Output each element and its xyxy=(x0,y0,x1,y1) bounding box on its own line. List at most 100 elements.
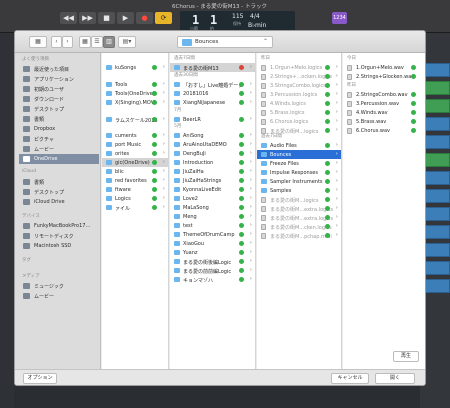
sidebar-item-downloads[interactable]: ダウンロード xyxy=(19,94,99,104)
forward-button[interactable]: › xyxy=(62,36,73,48)
region[interactable] xyxy=(422,189,450,203)
file-row[interactable]: 4.Winds.wav xyxy=(343,108,425,117)
file-row[interactable]: 6.Chorus.logics › xyxy=(257,117,341,126)
file-row[interactable]: まる愛の街後編Logic › xyxy=(170,257,255,266)
sidebar-item-applications[interactable]: アプリケーション xyxy=(19,74,99,84)
sidebar-item-macbook[interactable]: FunkyMacBookPro17… xyxy=(19,221,99,231)
file-row[interactable]: まる愛の街M...pchap.midi › xyxy=(257,231,341,240)
file-row[interactable]: 6.Chorus.wav xyxy=(343,126,425,135)
sidebar-item-icloud-drive[interactable]: iCloud Drive xyxy=(19,197,99,207)
folder-row[interactable]: Audio Files › xyxy=(257,141,341,150)
file-row[interactable]: 5.Brass.wav xyxy=(343,117,425,126)
region[interactable] xyxy=(422,171,450,185)
sidebar-toggle-button[interactable]: ▦ xyxy=(29,36,47,48)
file-row[interactable]: まる愛の街M13 › xyxy=(170,63,255,72)
file-row[interactable]: blic › xyxy=(102,167,168,176)
group-menu-button[interactable]: ▤▾ xyxy=(118,36,136,48)
region[interactable] xyxy=(422,207,450,221)
sidebar-item-documents[interactable]: 書類 xyxy=(19,114,99,124)
stop-button[interactable]: ■ xyxy=(98,12,115,24)
file-row[interactable]: 20181016 › xyxy=(170,89,255,98)
file-row[interactable]: 3.Percussion.wav xyxy=(343,99,425,108)
file-row[interactable]: test › xyxy=(170,221,255,230)
file-row[interactable]: Logics › xyxy=(102,194,168,203)
rewind-button[interactable]: ◀◀ xyxy=(60,12,77,24)
browser-column-3[interactable]: 昨日 過去7日間 1.Orgun+Melo.logics › 2.Strings+...… xyxy=(257,53,342,369)
file-row[interactable]: JiuZaiHa › xyxy=(170,167,255,176)
sidebar-item-remote-disc[interactable]: リモートディスク xyxy=(19,231,99,241)
file-row[interactable]: ラムスケール2018 › xyxy=(102,115,168,124)
file-row[interactable]: Meng › xyxy=(170,212,255,221)
file-row[interactable]: ァイル › xyxy=(102,203,168,212)
file-row[interactable]: まる愛の街M...logics › xyxy=(257,126,341,135)
file-row[interactable]: Tools › xyxy=(102,80,168,89)
sidebar-item-icloud-desktop[interactable]: デスクトップ xyxy=(19,187,99,197)
region[interactable] xyxy=(422,63,450,77)
cancel-button[interactable]: キャンセル xyxy=(331,373,369,384)
file-row[interactable]: Tools(OneDrive) › xyxy=(102,89,168,98)
file-row[interactable]: キョンマゾハ › xyxy=(170,275,255,284)
lcd-display[interactable]: 1 1 小節 拍 115 保持 4/4 B♭min xyxy=(180,11,295,31)
file-row[interactable]: Yuanz › xyxy=(170,248,255,257)
sidebar-item-dropbox[interactable]: Dropbox xyxy=(19,124,99,134)
file-row[interactable]: red favorites › xyxy=(102,176,168,185)
browser-column-1[interactable]: kuSongs › Tools › Tools(OneDrive) › X(Singing)… xyxy=(102,53,169,369)
sidebar-item-user[interactable]: 初期のユーザ xyxy=(19,84,99,94)
browser-column-2[interactable]: 過去7日間 過去30日間 7月 5月 まる愛の街M13 › 「おすし」Live離婚データ › 2… xyxy=(170,53,256,369)
file-row[interactable]: MaLaSong › xyxy=(170,203,255,212)
file-row[interactable]: ThemeOfDrumCamp › xyxy=(170,230,255,239)
file-row[interactable]: 2.StringsCombo.wav xyxy=(343,90,425,99)
file-row[interactable]: AniSong › xyxy=(170,131,255,140)
file-row[interactable]: まる愛の街M...extra.logics › xyxy=(257,204,341,213)
icon-view-button[interactable]: ▦ xyxy=(79,36,91,48)
file-row[interactable]: cuments › xyxy=(102,131,168,140)
region[interactable] xyxy=(422,99,450,113)
browser-column-4[interactable]: 今日 昨日 1.Orgun+Melo.wav 2.Strings+Glocken.wa… xyxy=(343,53,425,369)
file-row[interactable]: 1.Orgun+Melo.logics › xyxy=(257,63,341,72)
sidebar-item-desktop[interactable]: デスクトップ xyxy=(19,104,99,114)
file-row[interactable]: ftware › xyxy=(102,185,168,194)
folder-row[interactable]: Samples › xyxy=(257,186,341,195)
sidebar-item-icloud-documents[interactable]: 書類 xyxy=(19,177,99,187)
file-row[interactable]: port Music › xyxy=(102,140,168,149)
file-row[interactable]: BeerLR › xyxy=(170,115,255,124)
list-view-button[interactable]: ☰ xyxy=(91,36,103,48)
file-row[interactable]: 5.Brass.logics › xyxy=(257,108,341,117)
file-row[interactable]: Introduction › xyxy=(170,158,255,167)
sidebar-item-recents[interactable]: 最近使った項目 xyxy=(19,64,99,74)
open-button[interactable]: 開く xyxy=(375,373,415,384)
file-row[interactable]: 2.Strings+...ocken.logics › xyxy=(257,72,341,81)
file-row[interactable]: Love2 › xyxy=(170,194,255,203)
file-row[interactable]: まる愛の街M...logics › xyxy=(257,195,341,204)
folder-row[interactable]: Freeze Files › xyxy=(257,159,341,168)
file-row[interactable]: 「おすし」Live離婚データ › xyxy=(170,80,255,89)
file-row[interactable]: 3.Percussion.logics › xyxy=(257,90,341,99)
sidebar-item-pictures[interactable]: ピクチャ xyxy=(19,134,99,144)
region[interactable] xyxy=(422,279,450,293)
file-row[interactable]: まる愛の街M...cken.logics › xyxy=(257,222,341,231)
file-row[interactable]: 3.StringsCombo.logics › xyxy=(257,81,341,90)
location-popup[interactable]: Bounces ⌃ xyxy=(177,36,273,48)
file-row[interactable]: まる愛の前前編Logic › xyxy=(170,266,255,275)
file-row[interactable]: DengBuJi › xyxy=(170,149,255,158)
folder-row[interactable]: Impulse Responses › xyxy=(257,168,341,177)
file-row[interactable]: KyonnaLiveEdit › xyxy=(170,185,255,194)
forward-button[interactable]: ▶▶ xyxy=(79,12,96,24)
sidebar-item-onedrive[interactable]: OneDrive xyxy=(19,154,99,164)
region[interactable] xyxy=(422,225,450,239)
folder-row[interactable]: Bounces › xyxy=(257,150,341,159)
sidebar-item-media-movies[interactable]: ムービー xyxy=(19,291,99,301)
file-row[interactable]: 4.Winds.logics › xyxy=(257,99,341,108)
file-row[interactable]: orites › xyxy=(102,149,168,158)
region[interactable] xyxy=(422,243,450,257)
file-row[interactable]: XiaoGou › xyxy=(170,239,255,248)
play-button[interactable]: ▶ xyxy=(117,12,134,24)
folder-row[interactable]: Sampler Instruments › xyxy=(257,177,341,186)
file-row[interactable]: gic(OneDrive) › xyxy=(102,158,168,167)
file-row[interactable]: kuSongs › xyxy=(102,63,168,72)
play-preview-button[interactable]: 再生 xyxy=(393,351,419,362)
file-row[interactable]: まる愛の街M...extra.logics › xyxy=(257,213,341,222)
file-row[interactable]: AruAinoUtaDEMO › xyxy=(170,140,255,149)
file-row[interactable]: XiangNiJapanese › xyxy=(170,98,255,107)
cycle-button[interactable]: ⟳ xyxy=(155,12,172,24)
